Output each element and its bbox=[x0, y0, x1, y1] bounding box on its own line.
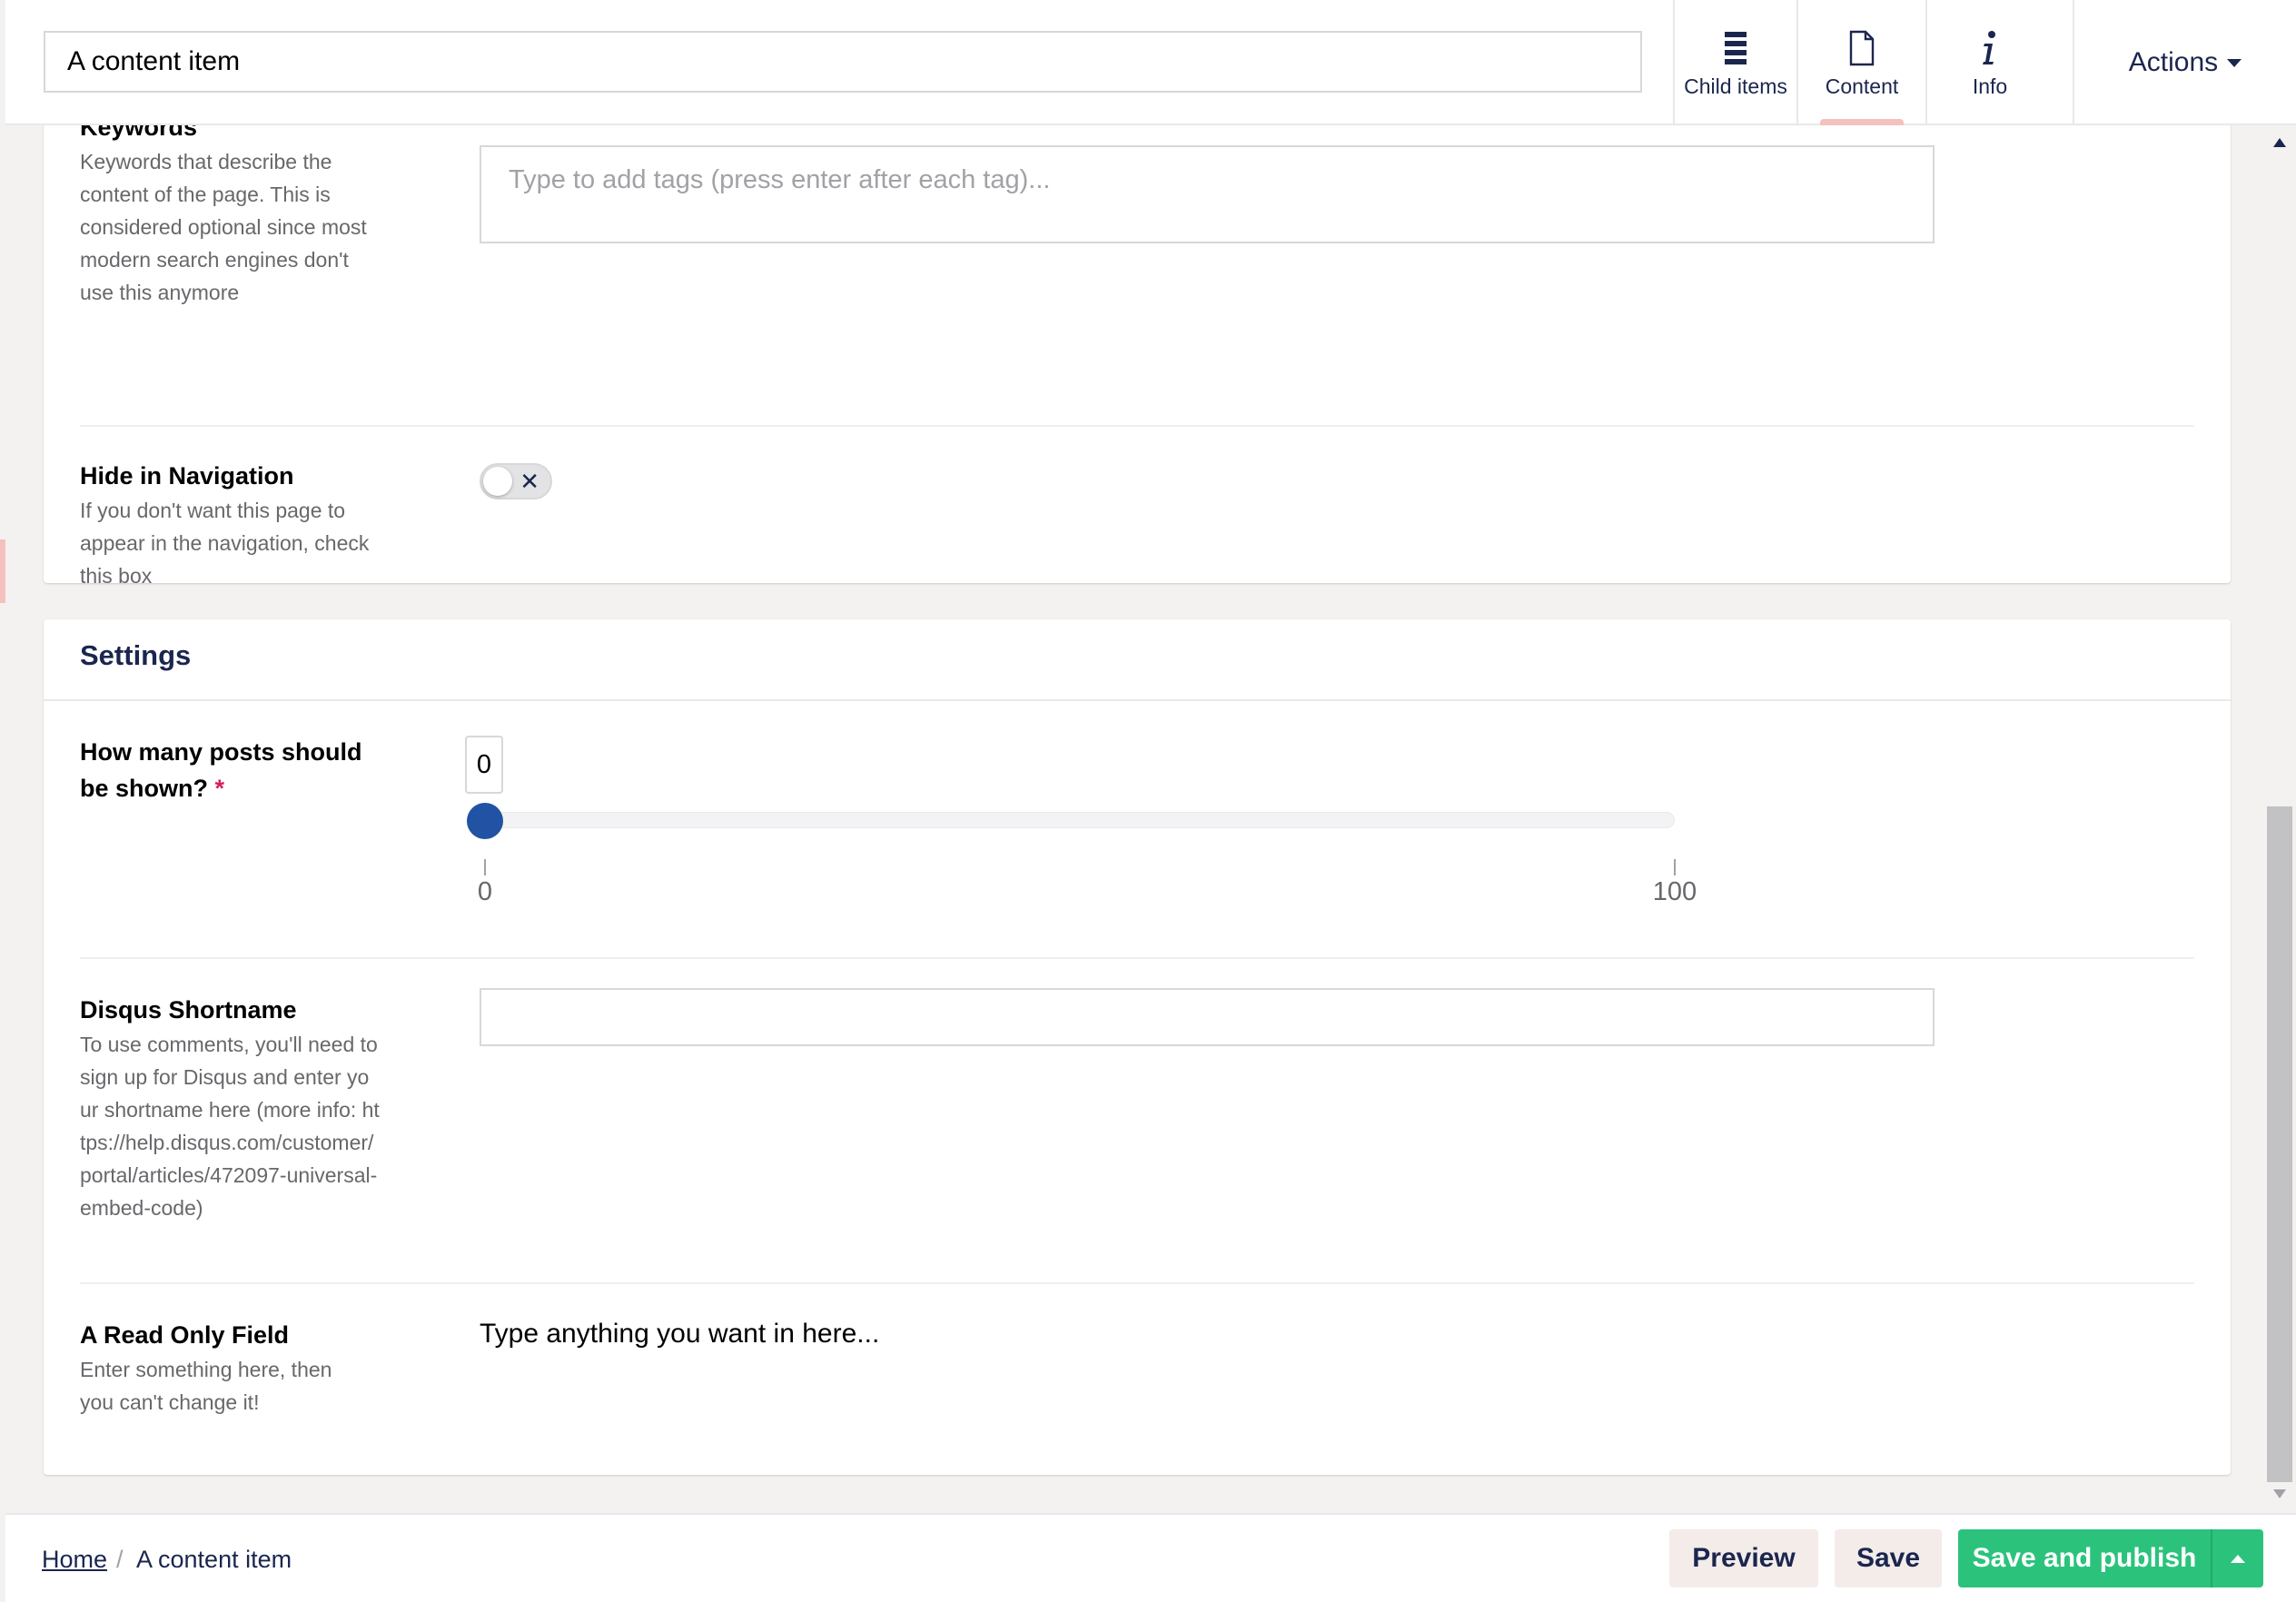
divider bbox=[80, 425, 2194, 427]
disqus-shortname-input[interactable] bbox=[480, 988, 1935, 1046]
editor-header: A content item Child items Content Info … bbox=[5, 0, 2296, 125]
actions-dropdown-button[interactable]: Actions bbox=[2073, 0, 2296, 125]
tab-label: Content bbox=[1825, 74, 1899, 98]
actions-label: Actions bbox=[2128, 47, 2219, 77]
chevron-down-icon bbox=[2227, 58, 2242, 67]
required-marker: * bbox=[214, 775, 225, 802]
posts-count-property: How many posts should be shown? * 0 0 10… bbox=[80, 734, 2194, 952]
read-only-property: A Read Only Field Enter something here, … bbox=[80, 1317, 2194, 1419]
save-button[interactable]: Save bbox=[1835, 1529, 1942, 1587]
editor-content[interactable]: Keywords Keywords that describe the cont… bbox=[5, 125, 2263, 1513]
divider bbox=[80, 957, 2194, 959]
save-and-publish-button[interactable]: Save and publish bbox=[1958, 1529, 2211, 1587]
settings-panel: Settings How many posts should be shown?… bbox=[44, 619, 2231, 1475]
preview-button[interactable]: Preview bbox=[1669, 1529, 1818, 1587]
publish-options-button[interactable] bbox=[2211, 1529, 2263, 1587]
tab-child-items[interactable]: Child items bbox=[1673, 0, 1796, 125]
properties-panel: Keywords Keywords that describe the cont… bbox=[44, 125, 2231, 588]
content-name-input[interactable]: A content item bbox=[44, 31, 1642, 93]
info-icon bbox=[1927, 29, 2053, 67]
disqus-shortname-property: Disqus Shortname To use comments, you'll… bbox=[80, 988, 2194, 1224]
property-description: To use comments, you'll need to sign up … bbox=[80, 1033, 380, 1220]
slider-max-label: 100 bbox=[1652, 877, 1697, 906]
tab-info[interactable]: Info bbox=[1925, 0, 2053, 125]
document-icon bbox=[1798, 29, 1925, 67]
property-label: Keywords bbox=[80, 125, 198, 141]
breadcrumb-current: A content item bbox=[136, 1546, 292, 1573]
slider-tick bbox=[484, 859, 486, 875]
tab-content[interactable]: Content bbox=[1796, 0, 1925, 125]
property-description: If you don't want this page to appear in… bbox=[80, 499, 370, 588]
hide-navigation-property: Hide in Navigation If you don't want thi… bbox=[80, 458, 2194, 592]
breadcrumb-home-link[interactable]: Home bbox=[42, 1546, 107, 1574]
read-only-value: Type anything you want in here... bbox=[480, 1319, 880, 1349]
tab-label: Info bbox=[1972, 74, 2008, 98]
hide-navigation-toggle[interactable]: ✕ bbox=[480, 463, 552, 499]
slider-min-label: 0 bbox=[477, 877, 493, 906]
divider bbox=[80, 1282, 2194, 1284]
keywords-tag-input[interactable]: Type to add tags (press enter after each… bbox=[480, 145, 1935, 243]
property-label: A Read Only Field bbox=[80, 1321, 290, 1349]
slider-value-tooltip: 0 bbox=[465, 736, 503, 794]
toggle-knob bbox=[483, 467, 512, 496]
close-icon: ✕ bbox=[520, 468, 539, 495]
keywords-property: Keywords Keywords that describe the cont… bbox=[80, 125, 2194, 309]
scroll-down-icon[interactable] bbox=[2273, 1489, 2286, 1498]
property-label: How many posts should be shown? * bbox=[80, 734, 380, 806]
scroll-up-icon[interactable] bbox=[2273, 138, 2286, 147]
tab-label: Child items bbox=[1684, 74, 1787, 98]
divider bbox=[44, 699, 2231, 701]
slider-handle[interactable] bbox=[467, 803, 503, 839]
property-description: Keywords that describe the content of th… bbox=[80, 150, 367, 304]
editor-footer: Home / A content item Preview Save Save … bbox=[5, 1513, 2296, 1602]
scrollbar-thumb[interactable] bbox=[2267, 806, 2292, 1482]
panel-title: Settings bbox=[80, 639, 192, 671]
breadcrumb-separator: / bbox=[116, 1546, 124, 1573]
slider-track[interactable] bbox=[485, 812, 1675, 828]
property-description: Enter something here, then you can't cha… bbox=[80, 1358, 332, 1414]
slider-tick bbox=[1674, 859, 1676, 875]
caret-up-icon bbox=[2231, 1554, 2245, 1563]
vertical-scrollbar[interactable] bbox=[2263, 125, 2296, 1513]
list-icon bbox=[1675, 29, 1796, 67]
active-tab-indicator bbox=[1820, 119, 1904, 125]
property-label: Hide in Navigation bbox=[80, 462, 294, 490]
